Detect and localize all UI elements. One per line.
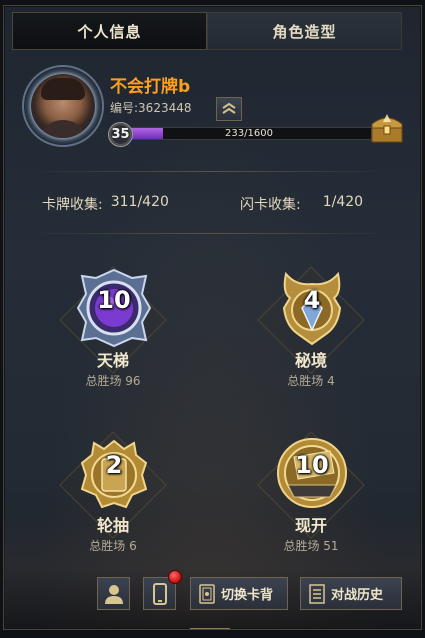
secret-realm-rank: 4 xyxy=(303,286,321,314)
tab-bar: 个人信息 角色造型 xyxy=(12,12,402,50)
phone-icon xyxy=(152,582,167,605)
person-icon xyxy=(104,584,123,604)
mode-wins: 总胜场 51 xyxy=(283,539,339,553)
mode-secret-realm[interactable]: 4 秘境 总胜场 4 xyxy=(236,260,386,410)
avatar-portrait xyxy=(31,74,95,138)
notification-dot xyxy=(168,570,182,584)
tab-personal-info[interactable]: 个人信息 xyxy=(12,12,207,50)
card-collection: 卡牌收集: 311/420 xyxy=(42,194,169,214)
card-back-icon xyxy=(199,583,215,604)
mode-name: 天梯 xyxy=(96,351,129,370)
mode-name: 秘境 xyxy=(294,351,327,370)
mode-wins: 总胜场 4 xyxy=(287,374,335,388)
profile-button[interactable] xyxy=(97,577,130,610)
rank-chevron-icon[interactable] xyxy=(216,97,242,121)
draft-rank: 2 xyxy=(105,451,123,479)
xp-bar: 233/1600 xyxy=(126,127,372,140)
card-collection-label: 卡牌收集: xyxy=(42,197,103,213)
divider xyxy=(30,233,390,234)
player-name: 不会打牌b xyxy=(110,77,191,97)
flash-collection-label: 闪卡收集: xyxy=(240,197,301,213)
mode-sealed[interactable]: 10 现开 总胜场 51 xyxy=(236,425,386,575)
divider xyxy=(30,171,390,172)
player-id: 编号:3623448 xyxy=(110,101,192,115)
history-list-icon xyxy=(309,583,325,604)
mode-name: 现开 xyxy=(294,516,327,535)
sealed-rank: 10 xyxy=(295,451,329,479)
flash-collection: 闪卡收集: 1/420 xyxy=(240,194,363,214)
ladder-rank: 10 xyxy=(97,286,131,314)
mode-wins: 总胜场 6 xyxy=(89,539,137,553)
mode-name: 轮抽 xyxy=(96,516,129,535)
avatar[interactable] xyxy=(22,65,104,147)
flash-collection-value: 1/420 xyxy=(322,194,364,210)
treasure-chest-icon[interactable] xyxy=(368,110,406,146)
xp-text: 233/1600 xyxy=(225,128,273,139)
swap-card-back-label: 切换卡背 xyxy=(221,588,274,603)
mode-wins: 总胜场 96 xyxy=(85,374,141,388)
bottom-trim xyxy=(190,628,230,638)
swap-card-back-button[interactable]: 切换卡背 xyxy=(190,577,288,610)
battle-history-button[interactable]: 对战历史 xyxy=(300,577,402,610)
battle-history-label: 对战历史 xyxy=(331,588,384,603)
mode-ladder[interactable]: 10 天梯 总胜场 96 xyxy=(38,260,188,410)
card-collection-value: 311/420 xyxy=(110,194,169,210)
level-badge: 35 xyxy=(108,122,133,147)
tab-character-skin[interactable]: 角色造型 xyxy=(207,12,402,50)
mode-draft[interactable]: 2 轮抽 总胜场 6 xyxy=(38,425,188,575)
